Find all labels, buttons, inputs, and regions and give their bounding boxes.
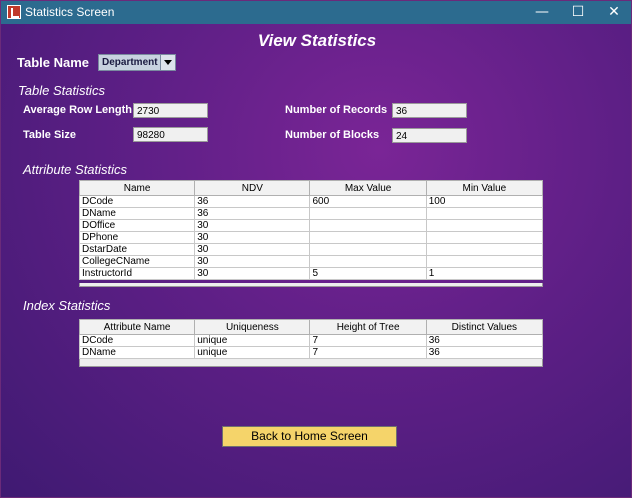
window-title: Statistics Screen <box>25 5 115 19</box>
table-cell[interactable]: InstructorId <box>78 267 196 280</box>
table-cell[interactable]: 7 <box>309 346 427 359</box>
table-cell[interactable]: 36 <box>425 346 544 359</box>
table-cell[interactable]: 5 <box>309 267 427 280</box>
column-header-distinct-values[interactable]: Distinct Values <box>425 319 544 335</box>
page-title: View Statistics <box>257 31 377 50</box>
back-to-home-button[interactable]: Back to Home Screen <box>222 426 397 447</box>
table-cell[interactable] <box>309 243 427 256</box>
table-cell[interactable]: DName <box>78 207 196 220</box>
attribute-statistics-table[interactable]: Name NDV Max Value Min Value DCode 36 600 1… <box>78 180 544 280</box>
table-name-dropdown[interactable]: Department <box>98 54 176 71</box>
table-row[interactable]: DPhone 30 <box>78 231 544 244</box>
num-blocks-field[interactable]: 24 <box>392 128 467 143</box>
table-cell[interactable]: 36 <box>194 195 311 208</box>
chevron-down-icon[interactable] <box>160 55 175 70</box>
table-cell[interactable]: DName <box>78 346 196 359</box>
column-header-height-of-tree[interactable]: Height of Tree <box>309 319 427 335</box>
maximize-button[interactable]: ☐ <box>559 1 597 24</box>
column-header-ndv[interactable]: NDV <box>194 180 311 196</box>
table-cell[interactable]: DstarDate <box>78 243 196 256</box>
attribute-statistics-heading: Attribute Statistics <box>23 162 128 177</box>
table-cell[interactable] <box>425 243 544 256</box>
table-row[interactable]: DCode unique 7 36 <box>78 334 544 347</box>
close-button[interactable]: ✕ <box>595 1 631 24</box>
table-cell[interactable]: CollegeCName <box>78 255 196 268</box>
table-row[interactable]: InstructorId 30 5 1 <box>78 267 544 280</box>
index-statistics-heading: Index Statistics <box>23 298 111 313</box>
table-size-label: Table Size <box>23 129 76 141</box>
column-header-uniqueness[interactable]: Uniqueness <box>194 319 311 335</box>
table-size-field[interactable]: 98280 <box>133 127 208 142</box>
avg-row-length-field[interactable]: 2730 <box>133 103 208 118</box>
table-row[interactable]: CollegeCName 30 <box>78 255 544 268</box>
table-cell[interactable] <box>309 231 427 244</box>
minimize-button[interactable]: — <box>523 1 561 24</box>
table-cell[interactable] <box>425 255 544 268</box>
table-row[interactable]: DName 36 <box>78 207 544 220</box>
table-footer <box>79 283 543 287</box>
column-header-name[interactable]: Name <box>78 180 196 196</box>
table-footer <box>79 359 543 367</box>
column-header-attribute-name[interactable]: Attribute Name <box>78 319 196 335</box>
table-cell[interactable]: DCode <box>78 334 196 347</box>
table-cell[interactable] <box>425 219 544 232</box>
table-cell[interactable]: 36 <box>425 334 544 347</box>
column-header-min-value[interactable]: Min Value <box>425 180 544 196</box>
table-cell[interactable]: 30 <box>194 219 311 232</box>
table-row[interactable]: DCode 36 600 100 <box>78 195 544 208</box>
table-name-selected: Department <box>102 57 158 68</box>
statistics-window: Statistics Screen — ☐ ✕ View Statistics … <box>0 0 632 498</box>
table-cell[interactable] <box>425 231 544 244</box>
table-cell[interactable] <box>425 207 544 220</box>
table-row[interactable]: DName unique 7 36 <box>78 346 544 359</box>
avg-row-length-label: Average Row Length <box>23 104 132 116</box>
table-cell[interactable] <box>309 219 427 232</box>
table-row[interactable]: DstarDate 30 <box>78 243 544 256</box>
table-cell[interactable]: unique <box>194 334 311 347</box>
num-records-label: Number of Records <box>285 104 388 116</box>
table-cell[interactable]: 30 <box>194 231 311 244</box>
table-cell[interactable]: 7 <box>309 334 427 347</box>
table-cell[interactable]: 1 <box>425 267 544 280</box>
table-cell[interactable]: unique <box>194 346 311 359</box>
num-blocks-label: Number of Blocks <box>285 129 380 141</box>
index-statistics-table[interactable]: Attribute Name Uniqueness Height of Tree… <box>78 319 544 359</box>
table-cell[interactable]: 100 <box>425 195 544 208</box>
title-bar: Statistics Screen — ☐ ✕ <box>1 1 631 24</box>
table-cell[interactable]: 30 <box>194 267 311 280</box>
table-cell[interactable]: 30 <box>194 243 311 256</box>
column-header-max-value[interactable]: Max Value <box>309 180 427 196</box>
num-records-field[interactable]: 36 <box>392 103 467 118</box>
table-row[interactable]: DOffice 30 <box>78 219 544 232</box>
table-cell[interactable]: DCode <box>78 195 196 208</box>
table-cell[interactable]: 600 <box>309 195 427 208</box>
table-statistics-heading: Table Statistics <box>18 83 105 98</box>
table-cell[interactable]: DPhone <box>78 231 196 244</box>
table-cell[interactable]: 36 <box>194 207 311 220</box>
table-cell[interactable]: 30 <box>194 255 311 268</box>
table-cell[interactable]: DOffice <box>78 219 196 232</box>
app-icon <box>7 5 21 19</box>
table-name-label: Table Name <box>17 55 90 70</box>
table-cell[interactable] <box>309 255 427 268</box>
table-cell[interactable] <box>309 207 427 220</box>
